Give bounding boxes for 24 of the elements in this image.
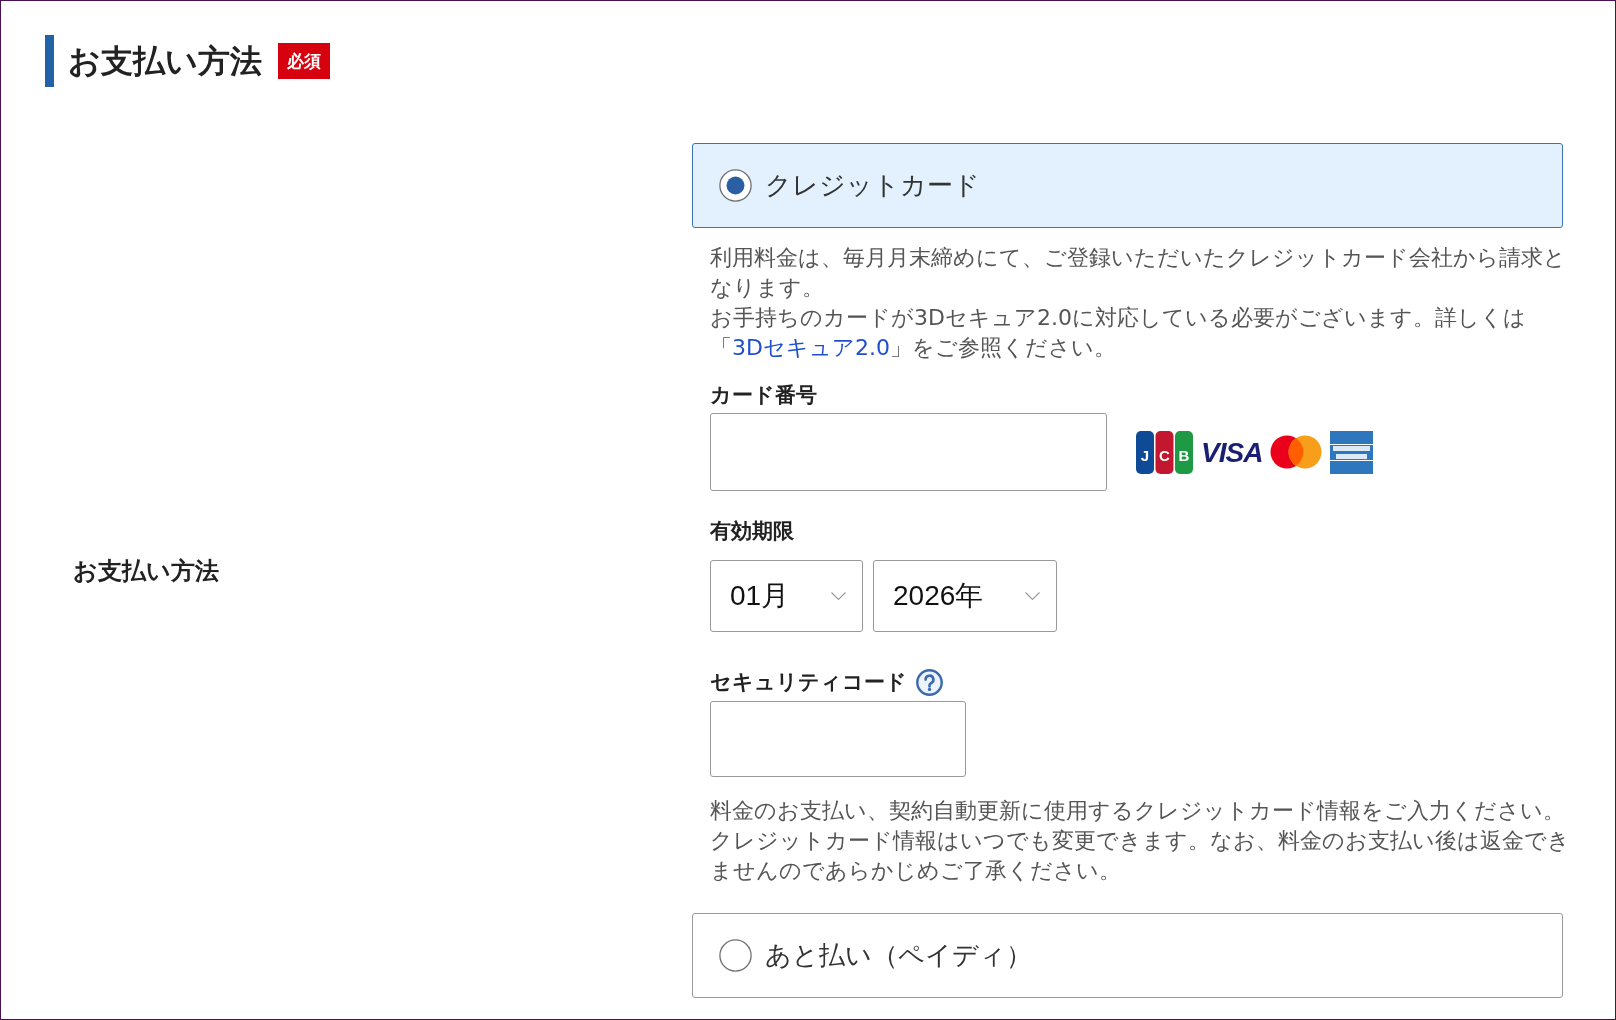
card-tile-icon: [1330, 430, 1374, 474]
radio-button[interactable]: [719, 939, 752, 972]
payment-option[interactable]: クレジットカード: [692, 143, 1563, 228]
field-label: セキュリティコード: [710, 669, 907, 695]
notice-text: 利用料金は、毎月月末締めにて、ご登録いただいたクレジットカード会社から請求となります。: [710, 244, 1567, 302]
card-number-input[interactable]: [710, 413, 1107, 491]
row-label: お支払い方法: [73, 556, 219, 584]
year-select[interactable]: 2026年: [873, 560, 1057, 632]
notice-text: お手持ちのカードが3Dセキュア2.0に対応している必要がございます。詳しくは「3Dセキュア2.0」をご参照ください。: [710, 304, 1527, 362]
field-label: カード番号: [710, 382, 818, 408]
payment-option[interactable]: あと払い（ペイディ）: [692, 913, 1563, 998]
secure-link[interactable]: 3Dセキュア2.0: [732, 335, 890, 360]
help-icon[interactable]: [916, 668, 943, 696]
radio-button[interactable]: [719, 169, 752, 202]
card-brand-logo: VISA: [1201, 435, 1263, 470]
security-code-input[interactable]: [710, 701, 966, 777]
section-title: お支払い方法: [45, 35, 262, 87]
chevron-down-icon: [831, 592, 846, 600]
required-badge: 必須: [278, 43, 330, 79]
chevron-down-icon: [1025, 592, 1040, 600]
note-text: 料金のお支払い、契約自動更新に使用するクレジットカード情報をご入力ください。クレジットカード情報はいつでも変更できます。なお、料金のお支払い後は返金できませんのであらかじめご了承ください。: [710, 797, 1571, 885]
field-label: 有効期限: [710, 518, 795, 544]
overlapping-circles-icon: [1270, 435, 1323, 469]
month-select[interactable]: 01月: [710, 560, 863, 632]
